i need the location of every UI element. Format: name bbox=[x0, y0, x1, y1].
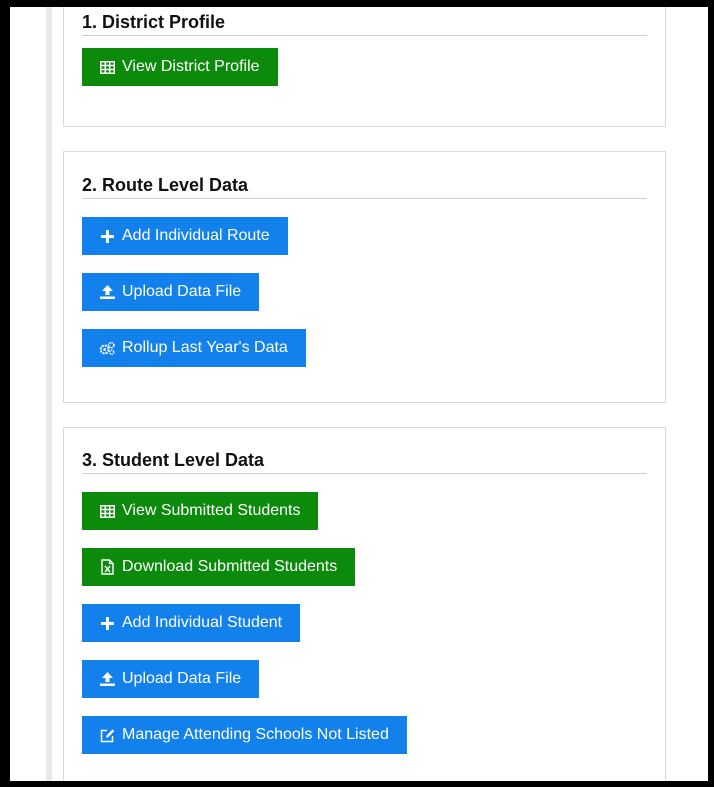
section-title: 3. Student Level Data bbox=[82, 449, 647, 474]
plus-icon bbox=[99, 615, 115, 631]
manage-attending-schools-button[interactable]: Manage Attending Schools Not Listed bbox=[82, 716, 407, 754]
button-label: Upload Data File bbox=[122, 670, 242, 687]
add-individual-route-button[interactable]: Add Individual Route bbox=[82, 217, 288, 255]
gears-icon bbox=[99, 340, 115, 356]
district-profile-panel: 1. District Profile View District Profil… bbox=[63, 7, 666, 127]
view-submitted-students-button[interactable]: View Submitted Students bbox=[82, 492, 319, 530]
edit-icon bbox=[99, 727, 115, 743]
table-icon bbox=[99, 503, 115, 519]
button-label: View Submitted Students bbox=[122, 502, 301, 519]
app-window: 1. District Profile View District Profil… bbox=[0, 0, 714, 787]
section-title: 1. District Profile bbox=[82, 11, 647, 36]
route-level-data-panel: 2. Route Level Data Add Individual Route… bbox=[63, 151, 666, 403]
view-district-profile-button[interactable]: View District Profile bbox=[82, 48, 278, 86]
download-submitted-students-button[interactable]: Download Submitted Students bbox=[82, 548, 356, 586]
rollup-last-years-data-button[interactable]: Rollup Last Year's Data bbox=[82, 329, 306, 367]
section-title: 2. Route Level Data bbox=[82, 174, 647, 199]
button-label: Manage Attending Schools Not Listed bbox=[122, 726, 389, 743]
button-label: Rollup Last Year's Data bbox=[122, 339, 288, 356]
left-gutter bbox=[46, 7, 52, 781]
excel-file-icon bbox=[99, 559, 115, 575]
button-label: Download Submitted Students bbox=[122, 558, 338, 575]
button-label: Add Individual Route bbox=[122, 227, 270, 244]
plus-icon bbox=[99, 228, 115, 244]
table-icon bbox=[99, 59, 115, 75]
button-label: Add Individual Student bbox=[122, 614, 283, 631]
upload-icon bbox=[99, 284, 115, 300]
student-level-data-panel: 3. Student Level Data View Submitted Stu… bbox=[63, 427, 666, 781]
upload-icon bbox=[99, 671, 115, 687]
button-label: View District Profile bbox=[122, 58, 260, 75]
add-individual-student-button[interactable]: Add Individual Student bbox=[82, 604, 301, 642]
upload-student-data-file-button[interactable]: Upload Data File bbox=[82, 660, 260, 698]
upload-route-data-file-button[interactable]: Upload Data File bbox=[82, 273, 260, 311]
button-label: Upload Data File bbox=[122, 283, 242, 300]
